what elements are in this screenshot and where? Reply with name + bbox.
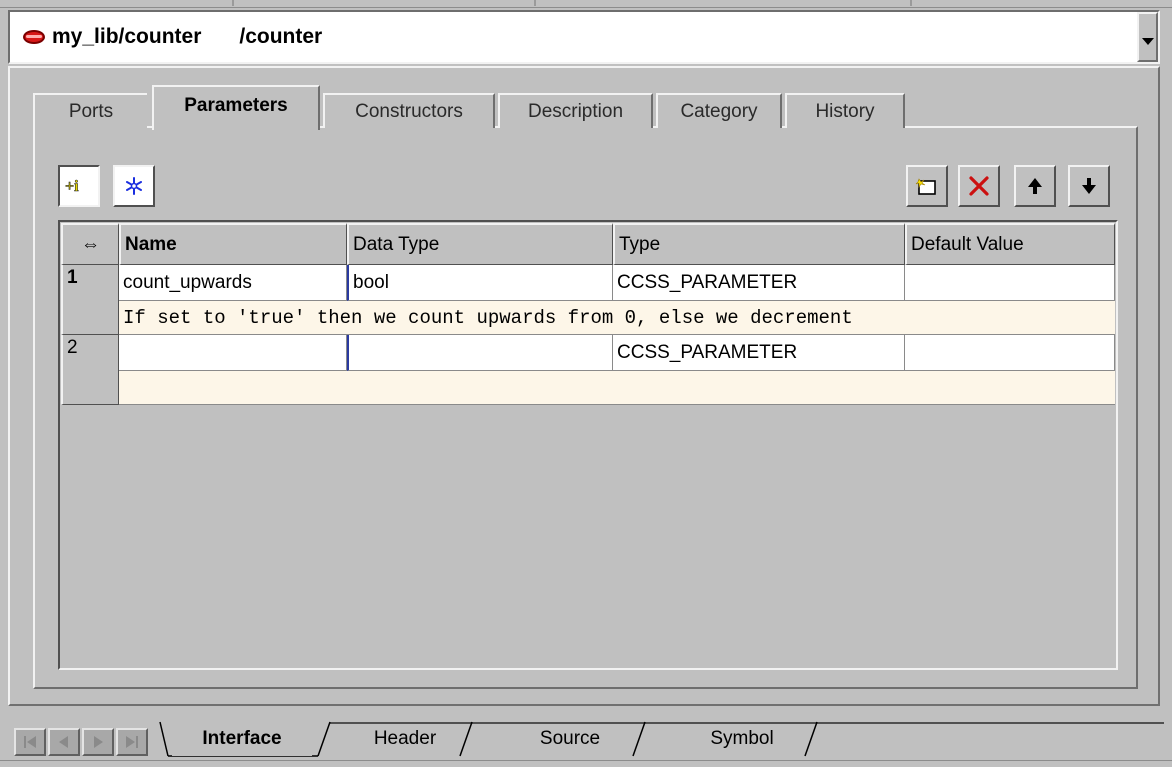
move-down-button[interactable]: [1068, 165, 1110, 207]
resize-columns-icon: ⇔: [81, 233, 100, 255]
table-header: ⇔ Name Data Type Type Default Value: [61, 223, 1115, 265]
row-description[interactable]: If set to 'true' then we count upwards f…: [119, 301, 1115, 335]
bottom-tab-label: Header: [373, 728, 437, 749]
tab-label: Description: [527, 100, 624, 122]
row-number[interactable]: 1: [61, 265, 119, 335]
column-header-name[interactable]: Name: [119, 223, 347, 265]
next-page-icon: [94, 736, 103, 748]
bottom-tab-source[interactable]: Source: [505, 722, 635, 756]
column-header-label: Default Value: [911, 233, 1024, 255]
tab-parameters[interactable]: Parameters: [152, 85, 320, 130]
info-glyph: +i: [65, 178, 79, 195]
cell-type[interactable]: CCSS_PARAMETER: [613, 335, 905, 371]
move-up-button[interactable]: [1014, 165, 1056, 207]
row-body: CCSS_PARAMETER: [119, 335, 1115, 405]
nav-last-button[interactable]: [116, 728, 148, 756]
prev-page-icon: [59, 736, 68, 748]
bottom-tab-interface[interactable]: Interface: [172, 722, 312, 756]
cell-default-value[interactable]: [905, 335, 1115, 371]
view-path: /counter: [239, 25, 323, 48]
tab-description[interactable]: Description: [498, 93, 653, 128]
tab-label: Parameters: [184, 94, 288, 116]
tab-label: Category: [680, 100, 758, 122]
chevron-down-icon: [1141, 37, 1154, 45]
tab-label: Constructors: [355, 100, 463, 122]
cell-data-type[interactable]: bool: [347, 265, 613, 301]
tab-category[interactable]: Category: [656, 93, 782, 128]
row-resize-corner[interactable]: ⇔: [61, 223, 119, 265]
nav-next-button[interactable]: [82, 728, 114, 756]
tab-history[interactable]: History: [785, 93, 905, 128]
table-row: 2 CCSS_PARAMETER: [61, 335, 1115, 405]
column-header-label: Name: [125, 233, 177, 255]
cell-name[interactable]: count_upwards: [119, 265, 347, 301]
info-toggle-icon: +i: [65, 178, 80, 196]
bottom-tab-label: Interface: [202, 728, 282, 749]
snowflake-icon: [126, 177, 142, 195]
arrow-up-icon: [1028, 178, 1042, 194]
column-header-type[interactable]: Type: [613, 223, 905, 265]
tab-label: Ports: [68, 100, 114, 122]
row-fields: CCSS_PARAMETER: [119, 335, 1115, 371]
row-body: count_upwards bool CCSS_PARAMETER If set…: [119, 265, 1115, 335]
editor-window: my_lib/counter /counter Ports Parameters…: [0, 0, 1172, 767]
row-fields: count_upwards bool CCSS_PARAMETER: [119, 265, 1115, 301]
row-description[interactable]: [119, 371, 1115, 405]
ruler-tick: [232, 0, 234, 6]
delete-x-icon: [969, 176, 989, 196]
bottom-tab-header[interactable]: Header: [340, 722, 470, 756]
bottom-tab-label: Symbol: [710, 728, 774, 749]
table-row: 1 count_upwards bool CCSS_PARAMETER If s…: [61, 265, 1115, 335]
cell-data-type[interactable]: [347, 335, 613, 371]
cell-name[interactable]: [119, 335, 347, 371]
column-header-data-type[interactable]: Data Type: [347, 223, 613, 265]
top-ruler-strip: [0, 0, 1172, 8]
library-disk-icon: [20, 28, 47, 46]
bottom-tab-symbol[interactable]: Symbol: [672, 722, 812, 756]
bottom-tab-label: Source: [539, 728, 601, 749]
new-row-button[interactable]: [906, 165, 948, 207]
cell-default-value[interactable]: [905, 265, 1115, 301]
view-selector-combo[interactable]: my_lib/counter /counter: [8, 10, 1160, 64]
last-page-icon: [126, 736, 138, 748]
delete-row-button[interactable]: [958, 165, 1000, 207]
first-page-icon: [24, 736, 36, 748]
nav-first-button[interactable]: [14, 728, 46, 756]
tab-constructors[interactable]: Constructors: [323, 93, 495, 128]
info-toggle-button[interactable]: +i: [58, 165, 100, 207]
ruler-tick: [534, 0, 536, 6]
tab-label: History: [815, 100, 875, 122]
parameters-table: ⇔ Name Data Type Type Default Value 1 co…: [58, 220, 1118, 670]
library-path: my_lib/counter: [52, 25, 202, 48]
ruler-tick: [910, 0, 912, 6]
column-header-label: Data Type: [353, 233, 440, 255]
column-header-label: Type: [619, 233, 661, 255]
view-dropdown-button[interactable]: [1137, 12, 1158, 62]
cell-type[interactable]: CCSS_PARAMETER: [613, 265, 905, 301]
arrow-down-icon: [1082, 178, 1096, 194]
tab-ports[interactable]: Ports: [33, 93, 147, 128]
new-row-icon: [915, 178, 936, 195]
freeze-button[interactable]: [113, 165, 155, 207]
nav-prev-button[interactable]: [48, 728, 80, 756]
row-number[interactable]: 2: [61, 335, 119, 405]
window-bottom-edge: [0, 760, 1172, 767]
column-header-default-value[interactable]: Default Value: [905, 223, 1115, 265]
